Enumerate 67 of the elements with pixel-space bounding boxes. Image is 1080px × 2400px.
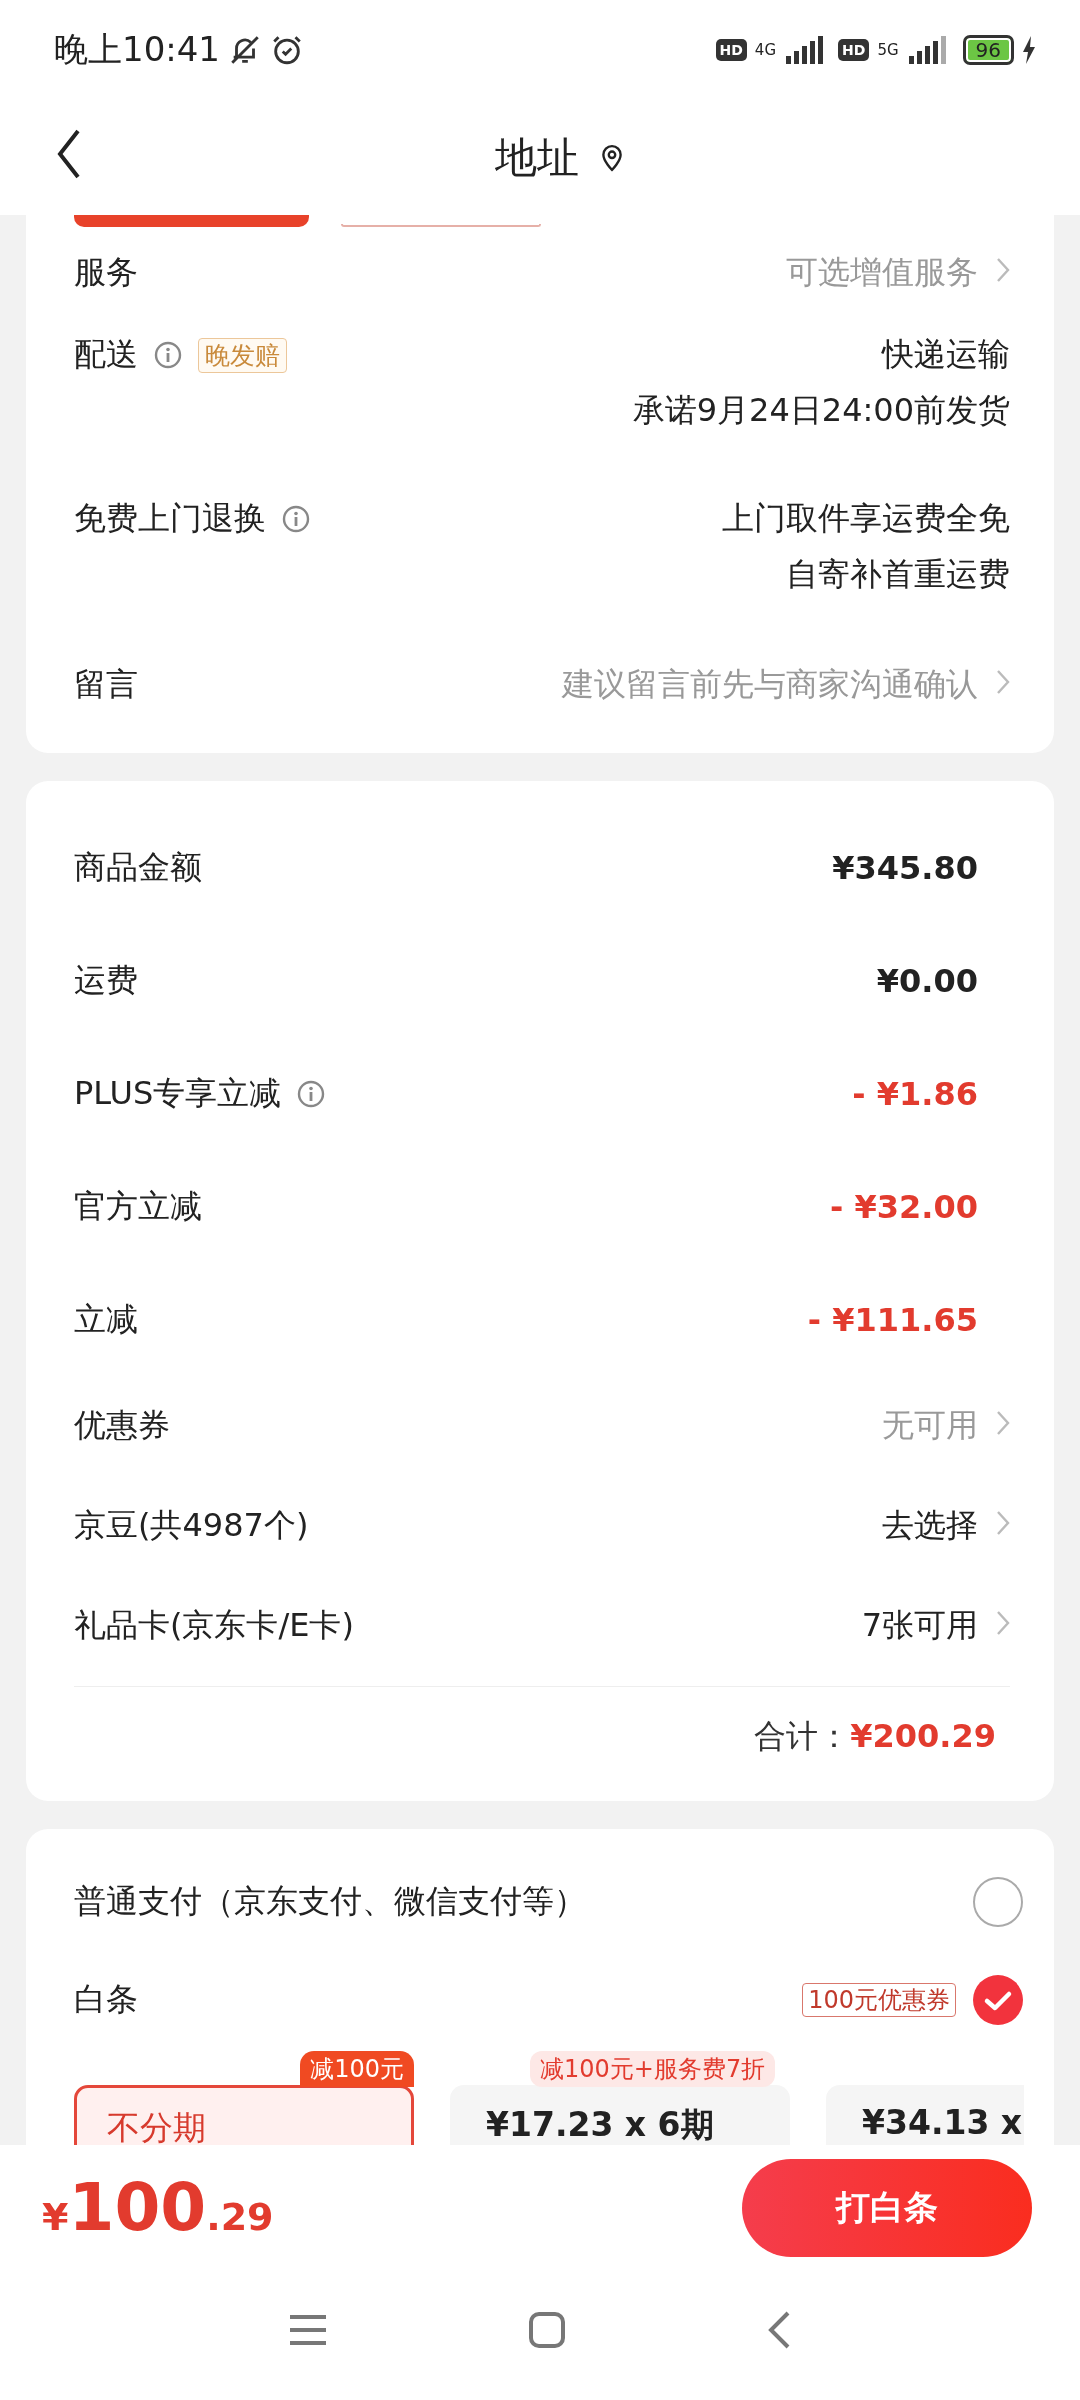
row-value: ¥345.80 (832, 848, 978, 887)
pay-button[interactable]: 打白条 (742, 2158, 1032, 2257)
row-value: 自寄补首重运费 (786, 554, 1010, 595)
row-label: 京豆(共4987个) (74, 1505, 309, 1546)
chevron-icon[interactable] (996, 1610, 1010, 1636)
late-ship-tag: 晚发赔 (198, 337, 287, 373)
row-value: 承诺9月24日24:00前发货 (632, 390, 1010, 431)
row-value: - ¥32.00 (830, 1187, 978, 1226)
chevron-icon[interactable] (996, 257, 1010, 283)
status-time: 晚上10:41 (54, 28, 220, 71)
alarm-icon (270, 33, 304, 67)
row-value: 可选增值服务 (786, 252, 978, 293)
battery-indicator: 96 (962, 35, 1014, 65)
plan-badge: 减100元 (300, 2051, 414, 2087)
charging-icon (1022, 36, 1036, 64)
total-label: 合计： (754, 1716, 851, 1757)
row-label: 立减 (74, 1298, 138, 1340)
hd-badge: HD (715, 39, 747, 61)
row-value: 去选择 (882, 1505, 978, 1546)
row-label: PLUS专享立减 (74, 1072, 282, 1114)
info-icon[interactable] (297, 1079, 326, 1108)
total-amount: ¥200.29 (850, 1717, 996, 1755)
chevron-icon[interactable] (996, 669, 1010, 695)
network-label: 4G (754, 41, 777, 59)
location-pin-icon[interactable] (599, 143, 625, 172)
row-label: 运费 (74, 959, 138, 1001)
row-label: 官方立减 (74, 1185, 202, 1227)
page-title: 地址 (495, 131, 579, 184)
installment-option[interactable]: 不分期 (74, 2085, 414, 2145)
menu-icon[interactable] (288, 2313, 328, 2347)
coupon-tag: 100元优惠券 (802, 1983, 956, 2017)
row-label: 优惠券 (74, 1405, 170, 1446)
row-label: 服务 (74, 252, 138, 293)
signal-icon (906, 36, 947, 64)
payable-currency: ¥ (42, 2195, 69, 2239)
payable-decimals: .29 (206, 2195, 274, 2239)
payment-option-label: 普通支付（京东支付、微信支付等） (74, 1881, 586, 1922)
chevron-icon[interactable] (996, 1410, 1010, 1436)
installment-option[interactable]: ¥34.13 x (826, 2085, 1024, 2145)
back-icon[interactable] (56, 128, 82, 180)
info-icon[interactable] (154, 341, 182, 369)
info-icon[interactable] (282, 505, 310, 533)
chevron-icon[interactable] (996, 1510, 1010, 1536)
row-value: 上门取件享运费全免 (722, 498, 1010, 539)
row-value: - ¥111.65 (807, 1300, 978, 1339)
installment-option[interactable]: ¥17.23 x 6期 (450, 2085, 790, 2145)
row-value: - ¥1.86 (852, 1074, 978, 1113)
home-icon[interactable] (528, 2311, 566, 2349)
row-value: 建议留言前先与商家沟通确认 (562, 664, 978, 705)
row-label: 礼品卡(京东卡/E卡) (74, 1605, 354, 1646)
network-label: 5G (877, 41, 899, 59)
row-value: 7张可用 (861, 1605, 978, 1646)
radio-button[interactable] (972, 1974, 1024, 2026)
row-value: 快递运输 (882, 334, 1010, 375)
row-value: 无可用 (882, 1405, 978, 1446)
plan-badge: 减100元+服务费7折 (530, 2051, 776, 2087)
bell-off-icon (228, 33, 262, 67)
row-value: ¥0.00 (876, 961, 978, 1000)
payable-amount: 100 (68, 2169, 207, 2246)
signal-icon (784, 36, 825, 64)
radio-button[interactable] (972, 1876, 1024, 1928)
payment-option-label: 白条 (74, 1979, 138, 2020)
hd-badge: HD (838, 39, 870, 61)
row-label: 商品金额 (74, 846, 202, 888)
row-label: 配送 (74, 334, 138, 375)
row-label: 免费上门退换 (74, 498, 266, 539)
row-label: 留言 (74, 664, 138, 705)
